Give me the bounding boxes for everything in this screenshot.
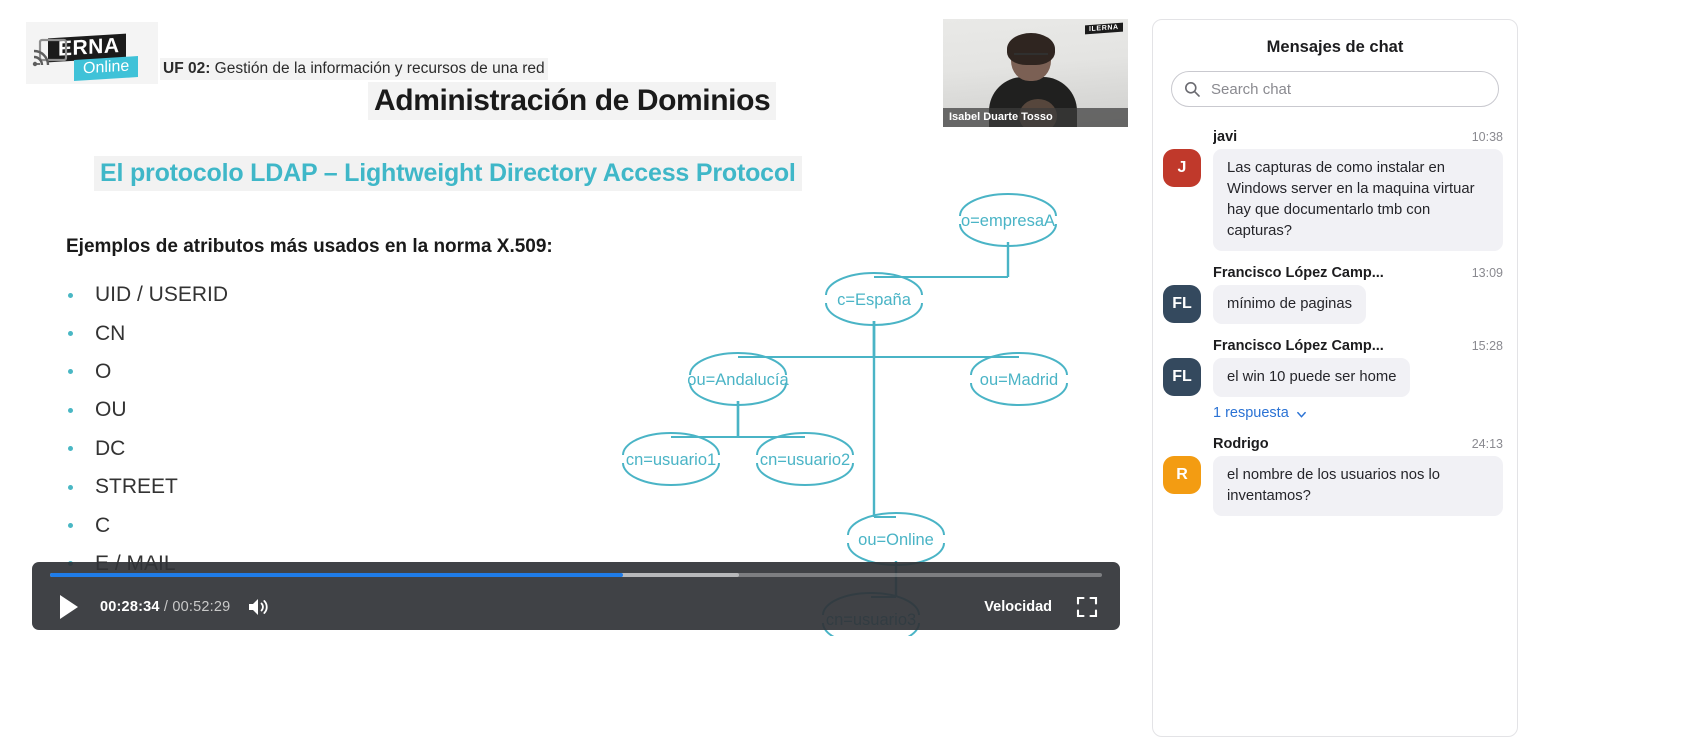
tree-node-usuario2: cn=usuario2: [756, 432, 854, 486]
chat-message-author: Francisco López Camp...: [1213, 265, 1384, 281]
chat-message-text: el nombre de los usuarios nos lo inventa…: [1213, 456, 1503, 516]
video-control-bar: 00:28:34 / 00:52:29 Velocidad: [32, 562, 1120, 630]
attribute-list: UID / USERID CN O OU DC STREET C: [68, 276, 398, 583]
chat-message-body: FL el win 10 puede ser home: [1163, 358, 1503, 397]
list-item: OU: [68, 391, 398, 429]
chat-message-time: 13:09: [1471, 266, 1503, 280]
node-label: o=empresaA: [961, 212, 1055, 230]
progress-bar-played: [50, 573, 624, 577]
bullet-dot-icon: [68, 331, 73, 337]
presenter-webcam[interactable]: ILERNA Isabel Duarte Tosso: [943, 19, 1128, 127]
chat-panel-title: Mensajes de chat: [1266, 38, 1404, 56]
tree-node-online: ou=Online: [847, 512, 945, 566]
slide-course-code: UF 02:: [163, 60, 211, 77]
list-item-label: STREET: [95, 475, 178, 499]
chevron-down-icon: [1296, 408, 1307, 419]
search-input[interactable]: [1209, 79, 1486, 99]
list-item-label: C: [95, 513, 111, 537]
logo-subword: Online: [74, 56, 139, 81]
chat-message-time: 24:13: [1471, 437, 1503, 451]
chat-message-text: mínimo de paginas: [1213, 285, 1367, 324]
play-icon[interactable]: [56, 593, 82, 621]
tree-node-andalucia: ou=Andalucía: [687, 352, 790, 406]
avatar: FL: [1163, 358, 1201, 396]
chat-panel: Mensajes de chat javi 10:38 J Las capturas …: [1152, 19, 1518, 737]
chat-message-body: J Las capturas de como instalar en Window…: [1163, 149, 1503, 251]
total-time: 00:52:29: [172, 599, 231, 615]
current-time: 00:28:34: [100, 599, 160, 615]
bullet-dot-icon: [68, 292, 73, 298]
chat-message-author: Rodrigo: [1213, 436, 1269, 452]
chat-thread-replies-label: 1 respuesta: [1213, 405, 1289, 421]
avatar: R: [1163, 456, 1201, 494]
chat-message[interactable]: Rodrigo 24:13 Rel nombre de los usuarios n…: [1163, 436, 1503, 516]
avatar: J: [1163, 149, 1201, 187]
tree-node-usuario1: cn=usuario1: [622, 432, 720, 486]
slide-lead-text: Ejemplos de atributos más usados en la n…: [66, 236, 553, 257]
screen-cast-icon: [32, 38, 68, 68]
list-item: STREET: [68, 468, 398, 506]
tree-node-empresa: o=empresaA: [959, 193, 1057, 247]
list-item-label: CN: [95, 321, 126, 345]
node-label: cn=usuario2: [760, 451, 850, 469]
bullet-dot-icon: [68, 407, 73, 413]
fullscreen-icon[interactable]: [1076, 596, 1098, 618]
list-item: UID / USERID: [68, 276, 398, 314]
chat-message[interactable]: Francisco López Camp... 15:28 FL el win 10 …: [1163, 338, 1503, 422]
chat-search-box[interactable]: [1171, 71, 1499, 107]
chat-message-list[interactable]: javi 10:38 J Las capturas de como instalar …: [1153, 129, 1517, 516]
node-label: ou=Andalucía: [687, 371, 789, 389]
chat-message[interactable]: Francisco López Camp... 13:09 FL mínimo de …: [1163, 265, 1503, 324]
bullet-dot-icon: [68, 369, 73, 375]
node-label: ou=Madrid: [980, 371, 1058, 389]
chat-message-header: javi 10:38: [1213, 129, 1503, 145]
slide-course-name: Gestión de la información y recursos de …: [210, 60, 545, 77]
bullet-dot-icon: [68, 446, 73, 452]
presenter-name-label: Isabel Duarte Tosso: [943, 108, 1128, 127]
list-item: O: [68, 353, 398, 391]
chat-message-body: Rel nombre de los usuarios nos lo invent…: [1163, 456, 1503, 516]
chat-message-author: Francisco López Camp...: [1213, 338, 1384, 354]
list-item: C: [68, 506, 398, 544]
playback-speed-button[interactable]: Velocidad: [984, 599, 1052, 615]
presenter-glasses: [1014, 53, 1048, 63]
webcam-corner-logo: ILERNA: [1085, 22, 1123, 35]
list-item-label: UID / USERID: [95, 283, 229, 307]
chat-message-header: Rodrigo 24:13: [1213, 436, 1503, 452]
list-item-label: DC: [95, 436, 126, 460]
bullet-dot-icon: [68, 484, 73, 490]
time-separator: /: [159, 599, 173, 615]
list-item: DC: [68, 430, 398, 468]
time-display: 00:28:34 / 00:52:29: [100, 599, 230, 615]
tree-node-madrid: ou=Madrid: [970, 352, 1068, 406]
chat-message[interactable]: javi 10:38 J Las capturas de como instalar …: [1163, 129, 1503, 251]
chat-message-header: Francisco López Camp... 13:09: [1213, 265, 1503, 281]
list-item: CN: [68, 314, 398, 352]
chat-message-text: Las capturas de como instalar en Windows…: [1213, 149, 1503, 251]
avatar: FL: [1163, 285, 1201, 323]
control-buttons-row: 00:28:34 / 00:52:29 Velocidad: [32, 584, 1120, 630]
ilerna-logo: ERNA Online: [26, 22, 158, 88]
node-label: ou=Online: [858, 531, 934, 549]
volume-icon[interactable]: [246, 595, 270, 619]
chat-thread-replies-toggle[interactable]: 1 respuesta: [1213, 405, 1307, 421]
chat-message-time: 10:38: [1471, 130, 1503, 144]
chat-message-time: 15:28: [1471, 339, 1503, 353]
search-icon: [1184, 81, 1200, 97]
list-item-label: O: [95, 359, 112, 383]
video-player-stage[interactable]: ERNA Online UF 02: Gestión de la informa…: [24, 14, 1128, 636]
chat-message-body: FL mínimo de paginas: [1163, 285, 1503, 324]
chat-message-text: el win 10 puede ser home: [1213, 358, 1411, 397]
slide-course-line: UF 02: Gestión de la información y recur…: [160, 58, 548, 80]
app-root: ERNA Online UF 02: Gestión de la informa…: [0, 0, 1689, 753]
bullet-dot-icon: [68, 523, 73, 529]
list-item-label: OU: [95, 398, 127, 422]
tree-node-espana: c=España: [825, 272, 923, 326]
progress-bar-track[interactable]: [50, 573, 1102, 577]
slide-title: Administración de Dominios: [368, 82, 777, 120]
chat-message-header: Francisco López Camp... 15:28: [1213, 338, 1503, 354]
chat-message-author: javi: [1213, 129, 1238, 145]
node-label: cn=usuario1: [626, 451, 716, 469]
node-label: c=España: [837, 291, 912, 309]
